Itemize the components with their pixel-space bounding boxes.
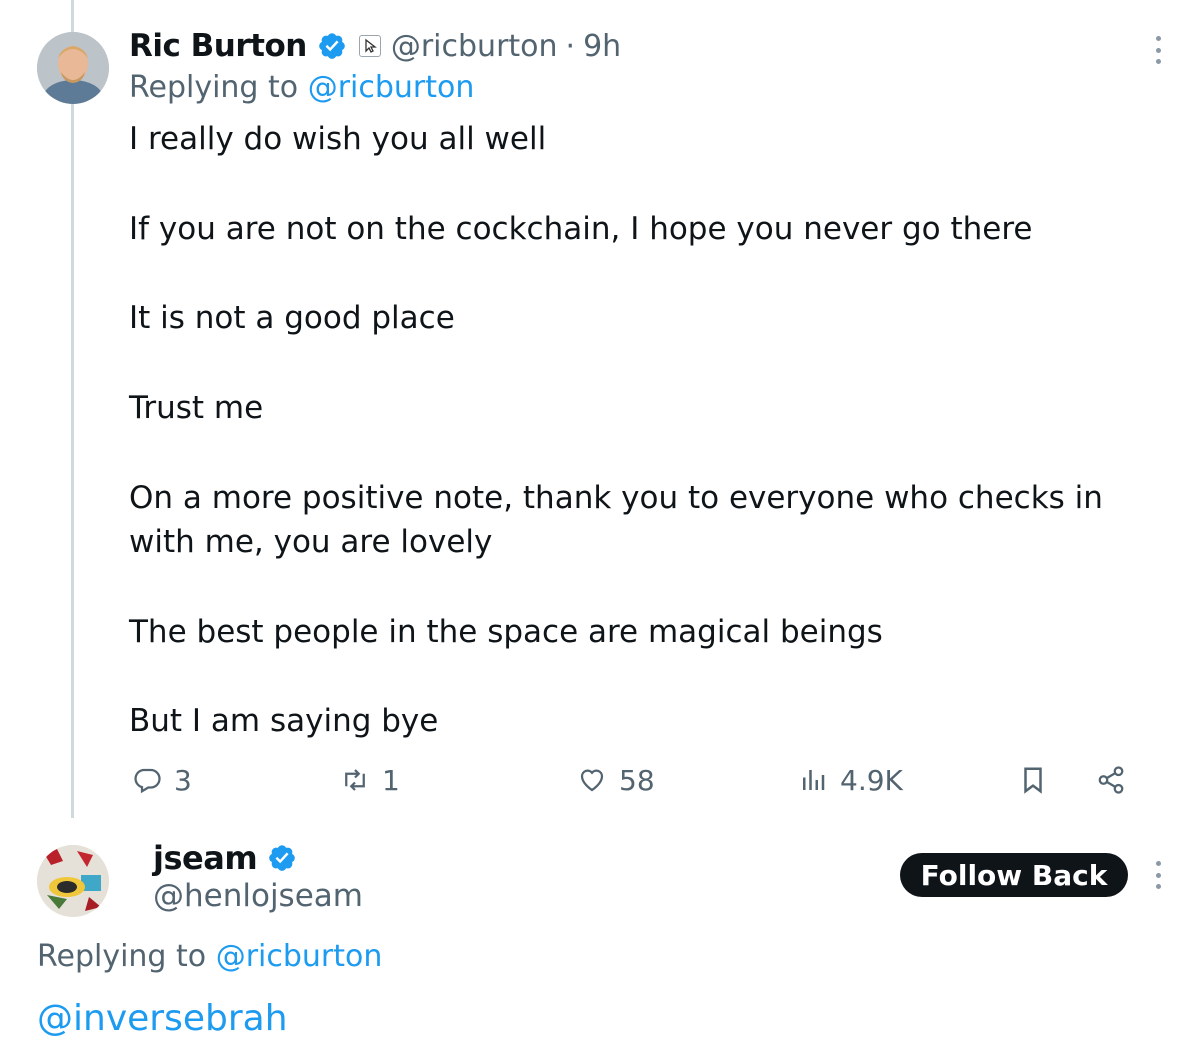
more-options-icon[interactable] <box>1154 861 1162 889</box>
verified-badge-icon <box>269 845 295 871</box>
tweet-text-line: It is not a good place <box>129 300 455 336</box>
author-handle[interactable]: @ricburton <box>391 29 558 64</box>
tweet2-header: jseam <box>153 836 297 880</box>
bookmark-icon <box>1024 767 1042 794</box>
ric-burton-avatar[interactable] <box>37 32 109 104</box>
replying-to-link[interactable]: @ricburton <box>308 70 475 105</box>
retweet-count: 1 <box>382 763 400 797</box>
tweet1-header: Ric Burton @ricburton · 9h <box>129 24 621 68</box>
tweet-text-line: If you are not on the cockchain, I hope … <box>129 211 1033 247</box>
retweet-button[interactable]: 1 <box>340 760 400 800</box>
tweet-text-line: On a more positive note, thank you to ev… <box>129 480 1103 516</box>
retweet-icon <box>345 769 365 791</box>
author-name[interactable]: Ric Burton <box>129 28 307 64</box>
replying-to-link[interactable]: @ricburton <box>216 939 383 974</box>
views-button[interactable]: 4.9K <box>798 760 903 800</box>
tweet-timestamp[interactable]: 9h <box>583 29 621 64</box>
follow-back-button[interactable]: Follow Back <box>900 853 1128 897</box>
tweet-text-line: I really do wish you all well <box>129 121 547 157</box>
bookmark-button[interactable] <box>1018 760 1048 800</box>
replying-label: Replying to <box>129 70 299 105</box>
like-icon <box>580 769 604 792</box>
views-count: 4.9K <box>840 763 903 797</box>
like-count: 58 <box>619 763 655 797</box>
tweet-text-line: The best people in the space are magical… <box>129 614 883 650</box>
reply-count: 3 <box>174 763 192 797</box>
reply-button[interactable]: 3 <box>132 760 192 800</box>
share-icon <box>1098 766 1124 794</box>
tweet-text-line: with me, you are lovely <box>129 524 493 560</box>
author-name[interactable]: jseam <box>153 839 258 877</box>
jseam-avatar[interactable] <box>37 845 109 917</box>
verified-badge-icon <box>319 33 345 59</box>
more-options-icon[interactable] <box>1154 36 1162 64</box>
replying-to: Replying to @ricburton <box>129 70 474 105</box>
like-button[interactable]: 58 <box>577 760 655 800</box>
reply-icon <box>134 768 161 794</box>
separator-dot: · <box>565 28 576 64</box>
author-handle[interactable]: @henlojseam <box>153 878 363 914</box>
replying-label: Replying to <box>37 939 207 974</box>
mention-link[interactable]: @inversebrah <box>37 998 288 1039</box>
thread-connector-line <box>71 0 74 818</box>
share-button[interactable] <box>1096 760 1126 800</box>
tweet-text-line: Trust me <box>129 390 264 426</box>
views-icon <box>803 770 825 790</box>
affiliate-icon[interactable] <box>358 35 381 57</box>
tweet-text-line: But I am saying bye <box>129 703 439 739</box>
replying-to: Replying to @ricburton <box>37 939 382 974</box>
